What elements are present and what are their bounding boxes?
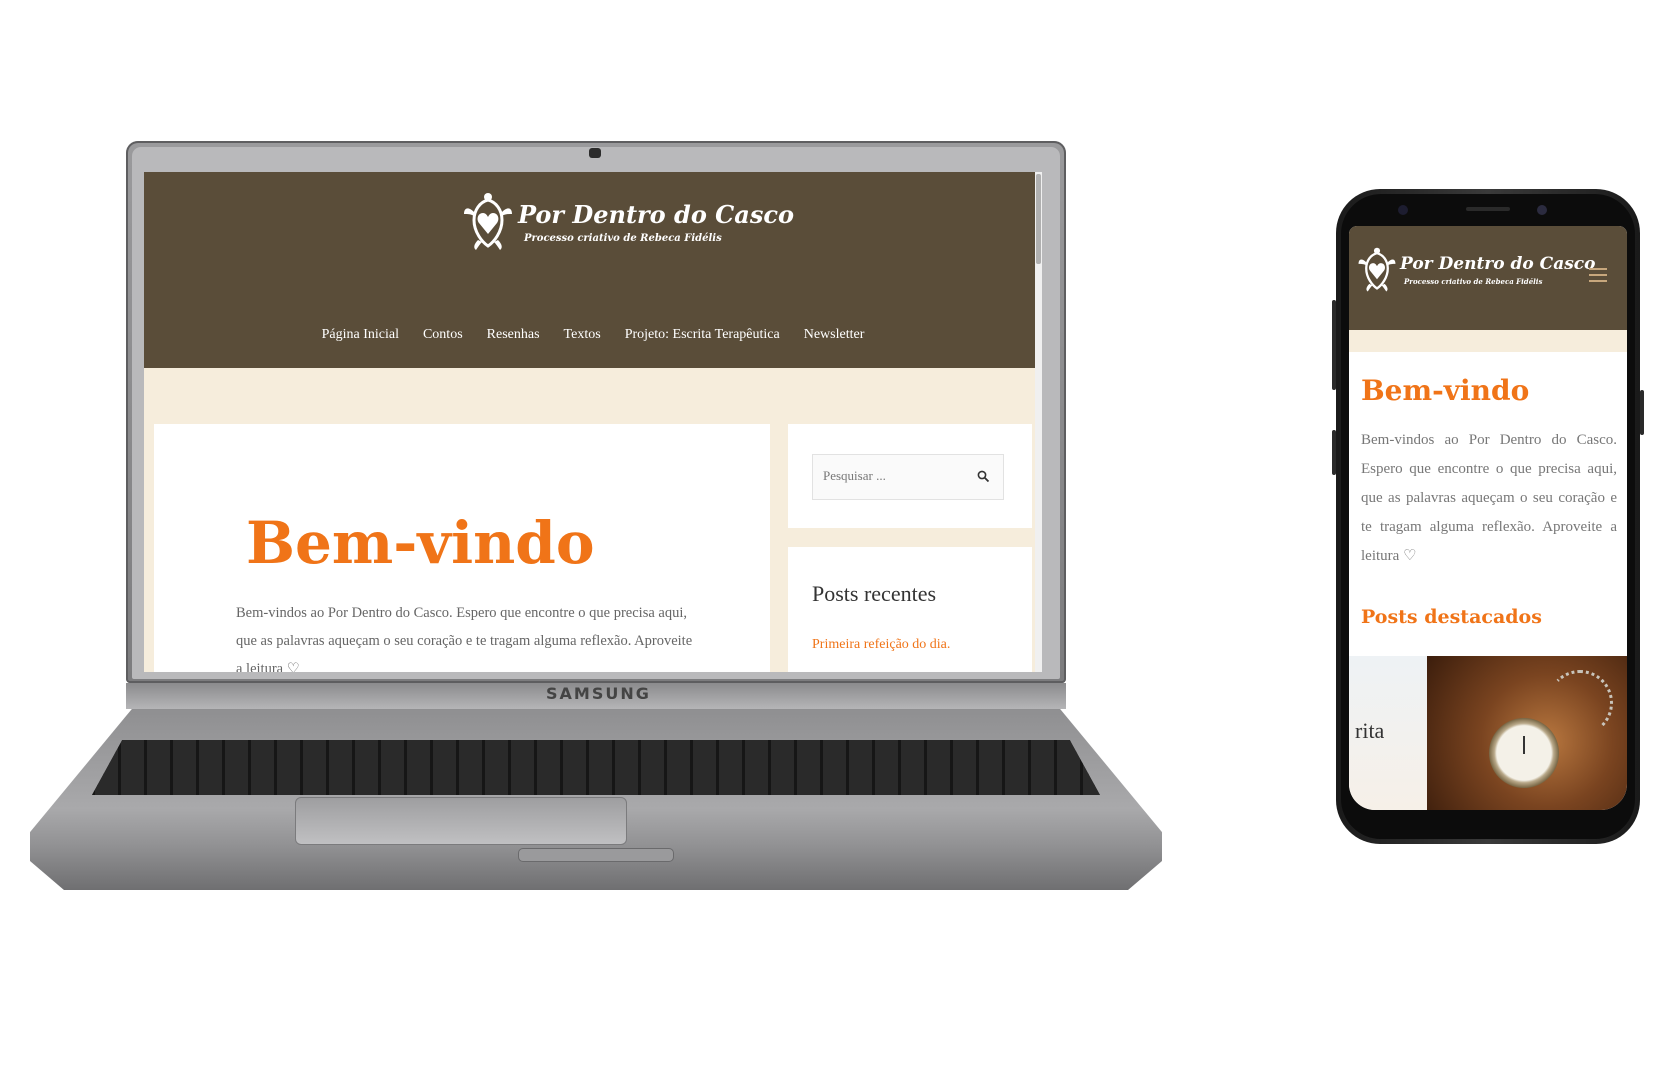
scrollbar-thumb[interactable] [1036, 174, 1041, 264]
welcome-card: Bem-vindo Bem-vindos ao Por Dentro do Ca… [154, 424, 770, 672]
nav-item-resenhas[interactable]: Resenhas [487, 327, 540, 343]
nav-item-home[interactable]: Página Inicial [322, 327, 399, 343]
recent-posts-widget: Posts recentes Primeira refeição do dia. [788, 547, 1032, 672]
nav-item-newsletter[interactable]: Newsletter [804, 327, 865, 343]
phone-power-button [1640, 390, 1644, 435]
mobile-logo-title: Por Dentro do Casco [1400, 254, 1596, 274]
main-nav: Página Inicial Contos Resenhas Textos Pr… [144, 327, 1042, 343]
featured-post-thumbnail-watch[interactable] [1427, 656, 1627, 810]
phone-screen: Por Dentro do Casco Processo criativo de… [1349, 226, 1627, 810]
mobile-welcome-text: Bem-vindos ao Por Dentro do Casco. Esper… [1361, 432, 1617, 564]
mobile-header: Por Dentro do Casco Processo criativo de… [1349, 226, 1627, 330]
logo-title: Por Dentro do Casco [518, 200, 794, 229]
phone-sensor [1398, 205, 1408, 215]
welcome-title: Bem-vindo [246, 509, 595, 577]
search-icon[interactable] [977, 470, 990, 483]
turtle-logo-icon [464, 193, 512, 250]
laptop-front-slot [518, 848, 674, 862]
featured-posts-title: Posts destacados [1361, 606, 1542, 628]
site-header: Por Dentro do Casco Processo criativo de… [144, 172, 1042, 368]
recent-posts-title: Posts recentes [812, 581, 937, 606]
search-widget: Pesquisar ... [788, 424, 1032, 528]
search-placeholder: Pesquisar ... [823, 468, 886, 483]
recent-post-link[interactable]: Primeira refeição do dia. [812, 637, 950, 653]
nav-item-projeto[interactable]: Projeto: Escrita Terapêutica [625, 327, 780, 343]
turtle-logo-icon [1358, 247, 1396, 292]
welcome-text-line-2: que as palavras aqueçam o seu coração e … [236, 633, 693, 649]
site-logo[interactable]: Por Dentro do Casco Processo criativo de… [462, 192, 794, 252]
pocket-watch-image [1489, 718, 1559, 788]
laptop-keyboard [92, 740, 1100, 795]
welcome-text-line-3: a leitura ♡ [236, 661, 300, 672]
laptop-brand-label: SAMSUNG [546, 684, 651, 703]
nav-item-textos[interactable]: Textos [564, 327, 601, 343]
mobile-logo-subtitle: Processo criativo de Rebeca Fidélis [1404, 277, 1543, 286]
welcome-text-line-1: Bem-vindos ao Por Dentro do Casco. Esper… [236, 605, 687, 621]
mobile-beige-band [1349, 330, 1627, 352]
laptop-screen: Por Dentro do Casco Processo criativo de… [144, 172, 1042, 672]
search-input[interactable]: Pesquisar ... [812, 454, 1004, 500]
featured-post-text-fragment: rita [1355, 718, 1385, 743]
mobile-site-logo[interactable]: Por Dentro do Casco Processo criativo de… [1357, 246, 1595, 294]
logo-subtitle: Processo criativo de Rebeca Fidélis [524, 233, 722, 244]
phone-speaker [1466, 207, 1510, 211]
hamburger-menu-icon[interactable] [1589, 268, 1607, 282]
laptop-touchpad [295, 797, 627, 845]
nav-item-contos[interactable]: Contos [423, 327, 463, 343]
mobile-welcome-title: Bem-vindo [1361, 374, 1530, 407]
welcome-text: Bem-vindos ao Por Dentro do Casco. Esper… [236, 599, 706, 672]
watch-chain-image [1547, 670, 1613, 736]
page-scrollbar[interactable] [1035, 172, 1042, 672]
phone-camera [1537, 205, 1547, 215]
featured-post-thumbnail-left[interactable]: rita [1349, 656, 1427, 810]
laptop-camera [589, 148, 601, 158]
